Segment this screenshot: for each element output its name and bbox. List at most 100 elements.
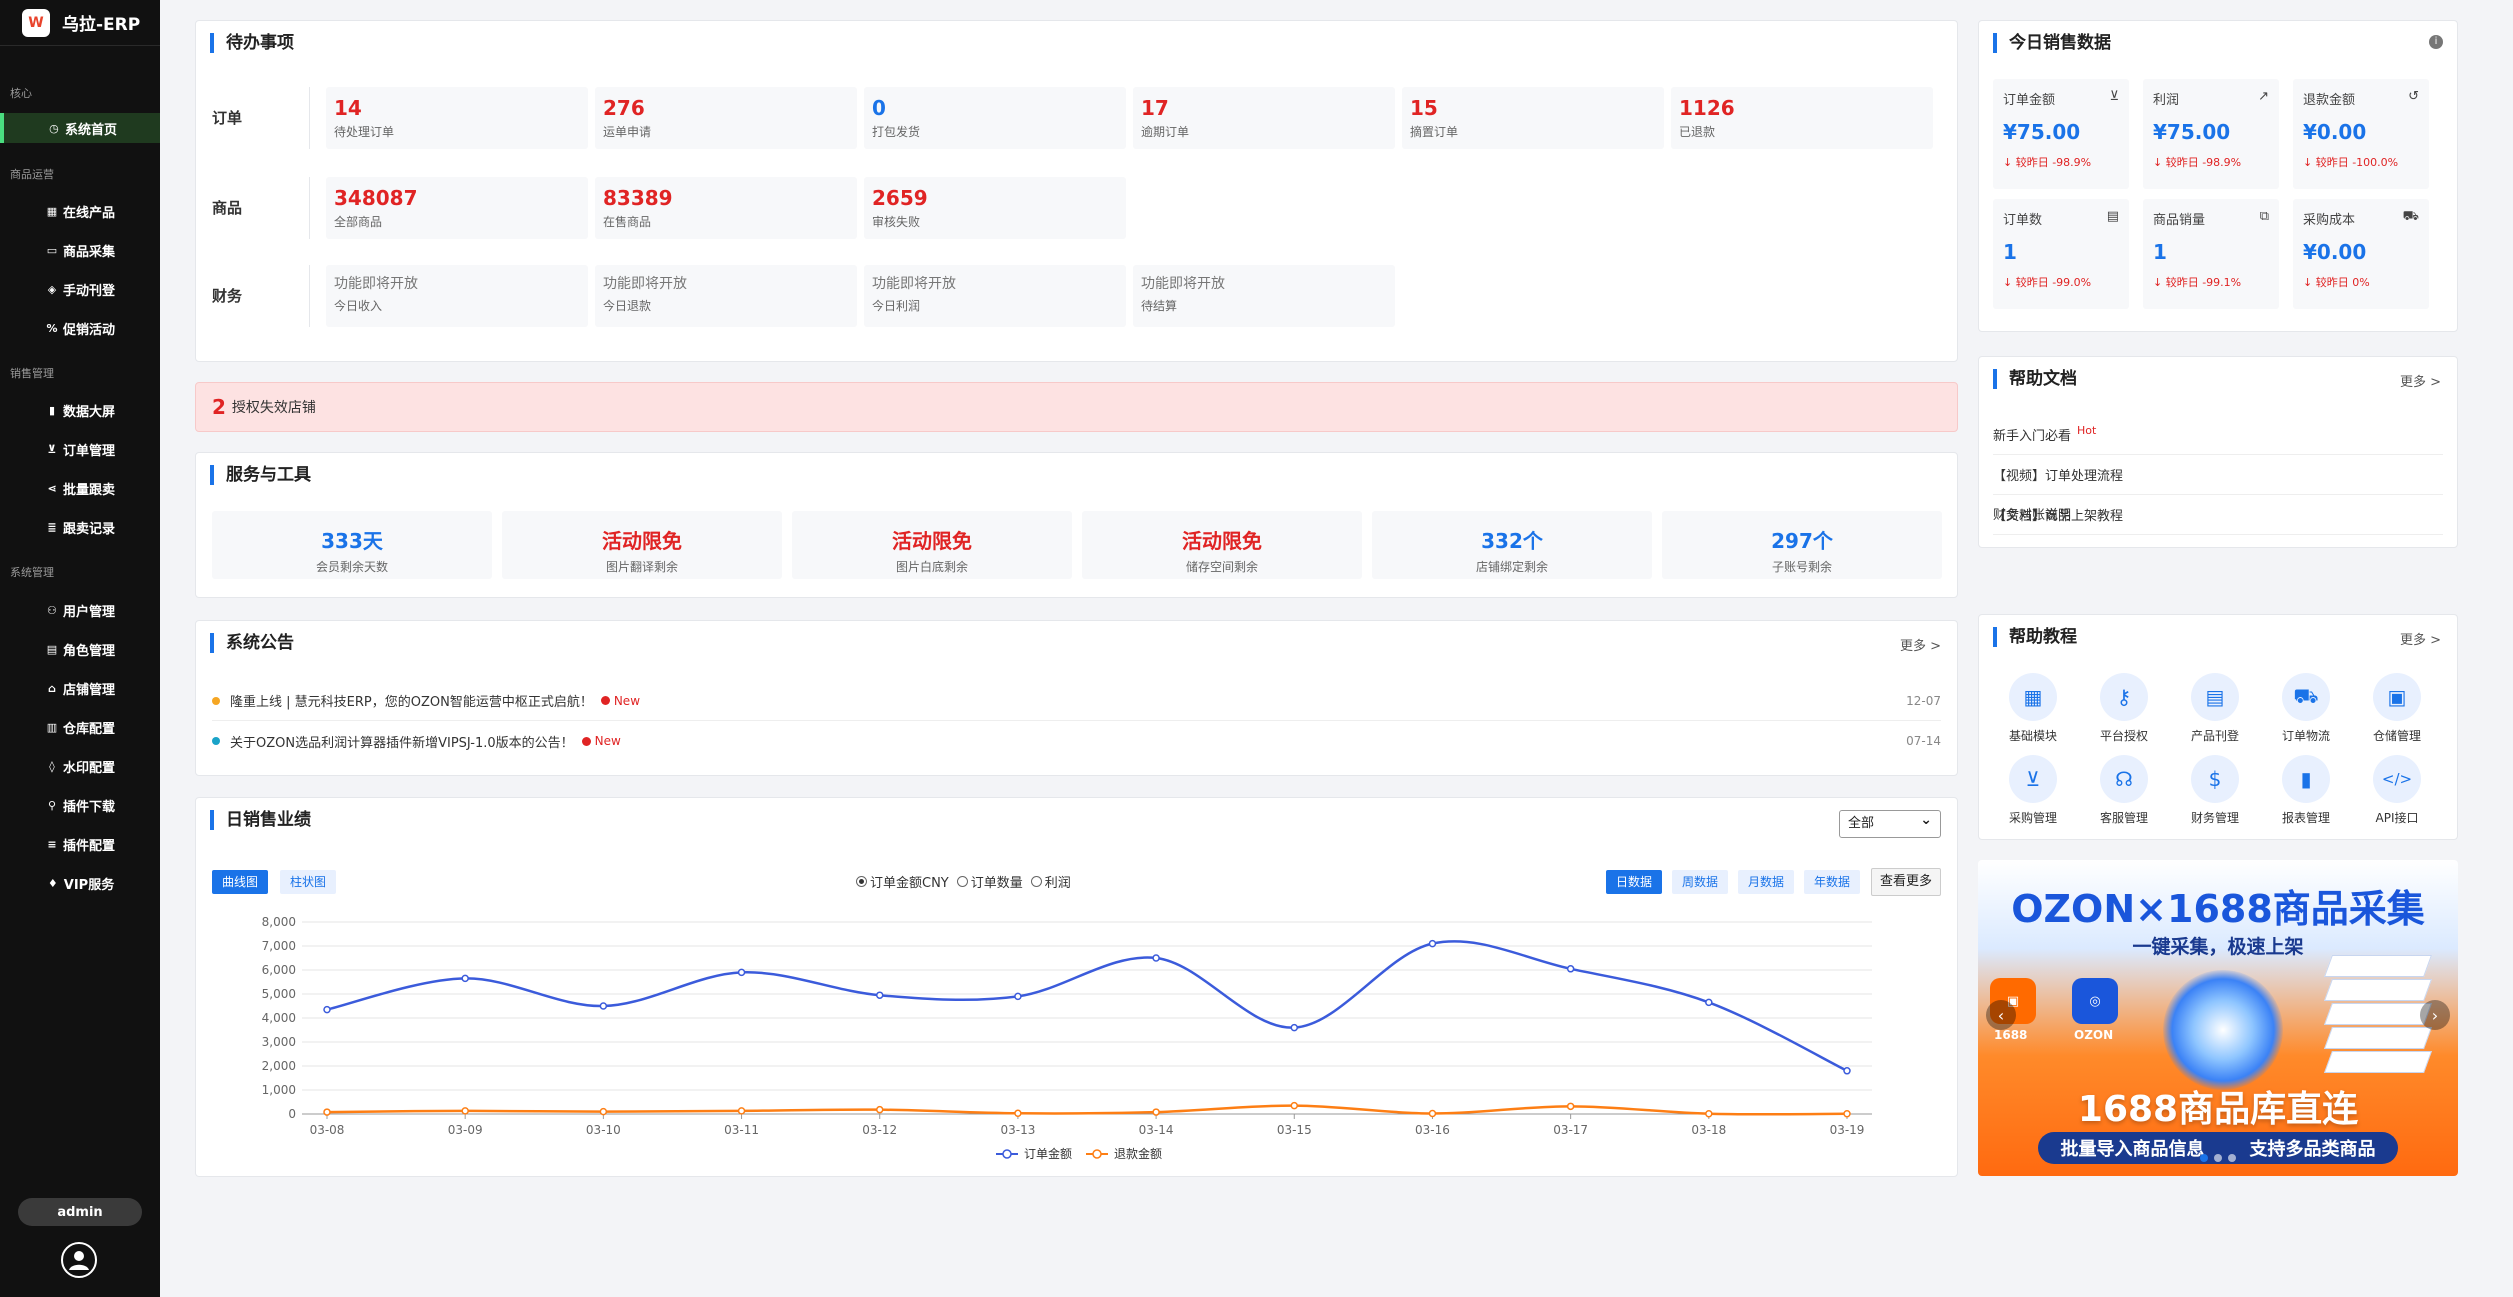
tutorial-api[interactable]: </> API接口	[2357, 755, 2437, 826]
todo-stat[interactable]: 348087 全部商品	[326, 177, 588, 239]
archive-icon: ▣	[2373, 673, 2421, 721]
service-item[interactable]: 297个 子账号剩余	[1662, 511, 1942, 579]
metric-title: 利润	[2153, 93, 2180, 108]
metric-order-amount[interactable]: 订单金额 ⊻ ¥75.00 ↓ 较昨日 -98.9%	[1993, 79, 2129, 189]
tutorial-platform-auth[interactable]: ⚷ 平台授权	[2084, 673, 2164, 744]
stat-label: 待结算	[1141, 299, 1178, 313]
todo-divider	[309, 87, 310, 149]
tutorial-purchasing[interactable]: ⊻ 采购管理	[1993, 755, 2073, 826]
service-item[interactable]: 333天 会员剩余天数	[212, 511, 492, 579]
tutorial-product-listing[interactable]: ▤ 产品刊登	[2175, 673, 2255, 744]
service-item[interactable]: 332个 店铺绑定剩余	[1372, 511, 1652, 579]
radio-order-count[interactable]: 订单数量	[956, 872, 1023, 891]
tab-line-chart[interactable]: 曲线图	[212, 870, 269, 894]
sidebar-item-home[interactable]: ◷ 系统首页	[0, 113, 160, 143]
metric-profit[interactable]: 利润 ↗ ¥75.00 ↓ 较昨日 -98.9%	[2143, 79, 2279, 189]
notices-more-link[interactable]: 更多 >	[1900, 635, 1941, 654]
todo-stat[interactable]: 83389 在售商品	[595, 177, 857, 239]
user-name-button[interactable]: admin	[18, 1198, 142, 1226]
metric-change: ↓ 较昨日 -99.0%	[2003, 276, 2092, 289]
todo-stat: 功能即将开放 今日收入	[326, 265, 588, 327]
dashboard-icon: ◷	[49, 121, 59, 135]
todo-stat[interactable]: 15 摘置订单	[1402, 87, 1664, 149]
radio-order-amount[interactable]: 订单金额CNY	[856, 872, 949, 891]
sidebar-item-collect[interactable]: ▭ 商品采集	[0, 235, 160, 265]
refresh-icon: ↺	[2408, 89, 2419, 104]
tab-yearly[interactable]: 年数据	[1804, 870, 1861, 894]
sidebar-item-plugin-config[interactable]: ≡ 插件配置	[0, 829, 160, 859]
sidebar-item-warehouse[interactable]: ▥ 仓库配置	[0, 712, 160, 742]
todo-stat[interactable]: 1126 已退款	[1671, 87, 1933, 149]
radio-circle	[1030, 876, 1042, 887]
nav-section-product: 商品运营	[10, 168, 54, 181]
y-tick-label: 5,000	[262, 987, 296, 1001]
info-icon[interactable]: i	[2429, 35, 2443, 49]
tab-bar-chart[interactable]: 柱状图	[280, 870, 337, 894]
tutorial-finance[interactable]: $ 财务管理	[2175, 755, 2255, 826]
help-docs-more-link[interactable]: 更多 >	[2400, 371, 2441, 390]
sidebar-item-label: 在线产品	[62, 205, 115, 221]
metric-value: 1	[2003, 240, 2017, 264]
sidebar-item-users[interactable]: ⚇ 用户管理	[0, 595, 160, 625]
radio-profit[interactable]: 利润	[1030, 872, 1071, 891]
sidebar-item-vip[interactable]: ♦ VIP服务	[0, 868, 160, 898]
tutorial-basic-modules[interactable]: ▦ 基础模块	[1993, 673, 2073, 744]
help-doc-item[interactable]: 财务对账说明	[1993, 508, 2443, 536]
help-doc-item[interactable]: 【视频】订单处理流程	[1993, 455, 2443, 495]
tab-weekly[interactable]: 周数据	[1672, 870, 1729, 894]
stat-value: 83389	[603, 186, 673, 210]
tutorial-customer-service[interactable]: ☊ 客服管理	[2084, 755, 2164, 826]
tutorial-warehouse[interactable]: ▣ 仓储管理	[2357, 673, 2437, 744]
help-doc-item[interactable]: 新手入门必看 Hot	[1993, 415, 2443, 455]
service-item[interactable]: 活动限免 图片白底剩余	[792, 511, 1072, 579]
data-point	[323, 1005, 331, 1014]
service-item[interactable]: 活动限免 图片翻译剩余	[502, 511, 782, 579]
metric-items-sold[interactable]: 商品销量 ⧉ 1 ↓ 较昨日 -99.1%	[2143, 199, 2279, 309]
stat-value: 276	[603, 96, 645, 120]
tutorial-reports[interactable]: ▮ 报表管理	[2266, 755, 2346, 826]
y-tick-label: 4,000	[262, 1011, 296, 1025]
banner-dot[interactable]	[2214, 1154, 2222, 1162]
todo-stat[interactable]: 17 逾期订单	[1133, 87, 1395, 149]
metric-refund-amount[interactable]: 退款金额 ↺ ¥0.00 ↓ 较昨日 -100.0%	[2293, 79, 2429, 189]
notice-item[interactable]: 关于OZON选品利润计算器插件新增VIPSJ-1.0版本的公告！ New 07-…	[212, 721, 1941, 761]
service-item[interactable]: 活动限免 储存空间剩余	[1082, 511, 1362, 579]
stat-label: 运单申请	[603, 125, 652, 139]
tab-daily[interactable]: 日数据	[1606, 870, 1663, 894]
metric-order-count[interactable]: 订单数 ▤ 1 ↓ 较昨日 -99.0%	[1993, 199, 2129, 309]
brand[interactable]: W 乌拉-ERP	[0, 0, 160, 46]
todo-stat[interactable]: 14 待处理订单	[326, 87, 588, 149]
sidebar-item-online-products[interactable]: ▦ 在线产品	[0, 196, 160, 226]
chevron-left-icon[interactable]: ‹	[1986, 1000, 2016, 1030]
invalid-auth-alert[interactable]: 2 授权失效店铺	[195, 382, 1958, 432]
chevron-right-icon[interactable]: ›	[2420, 1000, 2450, 1030]
todo-stat[interactable]: 2659 审核失败	[864, 177, 1126, 239]
sidebar-item-bulk-follow[interactable]: ⋖ 批量跟卖	[0, 473, 160, 503]
user-circle-icon[interactable]	[61, 1242, 97, 1278]
sidebar-item-promotions[interactable]: % 促销活动	[0, 313, 160, 343]
metric-purchase-cost[interactable]: 采购成本 ⛟ ¥0.00 ↓ 较昨日 0%	[2293, 199, 2429, 309]
sidebar-item-orders[interactable]: ⊻ 订单管理	[0, 434, 160, 464]
sidebar-item-follow-records[interactable]: ≣ 跟卖记录	[0, 512, 160, 542]
sidebar-item-stores[interactable]: ⌂ 店铺管理	[0, 673, 160, 703]
tutorial-order-logistics[interactable]: ⛟ 订单物流	[2266, 673, 2346, 744]
notice-item[interactable]: 隆重上线 | 慧元科技ERP，您的OZON智能运营中枢正式启航！ New 12-…	[212, 681, 1941, 721]
cart-icon: ⊻	[47, 442, 57, 456]
sales-filter-select[interactable]: 全部	[1839, 807, 1941, 838]
money-icon: $	[2191, 755, 2239, 803]
banner-dot[interactable]	[2200, 1154, 2208, 1162]
sidebar-item-watermark[interactable]: ◊ 水印配置	[0, 751, 160, 781]
todo-stat[interactable]: 0 打包发货	[864, 87, 1126, 149]
view-more-button[interactable]: 查看更多	[1870, 868, 1941, 896]
sidebar-item-roles[interactable]: ▤ 角色管理	[0, 634, 160, 664]
promo-banner[interactable]: OZON×1688商品采集 一键采集，极速上架 ▣ 1688 ◎ OZON ‹ …	[1978, 860, 2458, 1176]
sidebar-item-data-screen[interactable]: ▮ 数据大屏	[0, 395, 160, 425]
banner-dot[interactable]	[2228, 1154, 2236, 1162]
tutorials-more-link[interactable]: 更多 >	[2400, 629, 2441, 648]
sidebar-item-plugin-download[interactable]: ⚲ 插件下载	[0, 790, 160, 820]
sidebar-item-label: 数据大屏	[62, 404, 115, 420]
sidebar-item-manual-publish[interactable]: ◈ 手动刊登	[0, 274, 160, 304]
todo-stat[interactable]: 276 运单申请	[595, 87, 857, 149]
tab-monthly[interactable]: 月数据	[1738, 870, 1795, 894]
logo-ozon-icon: ◎	[2072, 978, 2118, 1024]
